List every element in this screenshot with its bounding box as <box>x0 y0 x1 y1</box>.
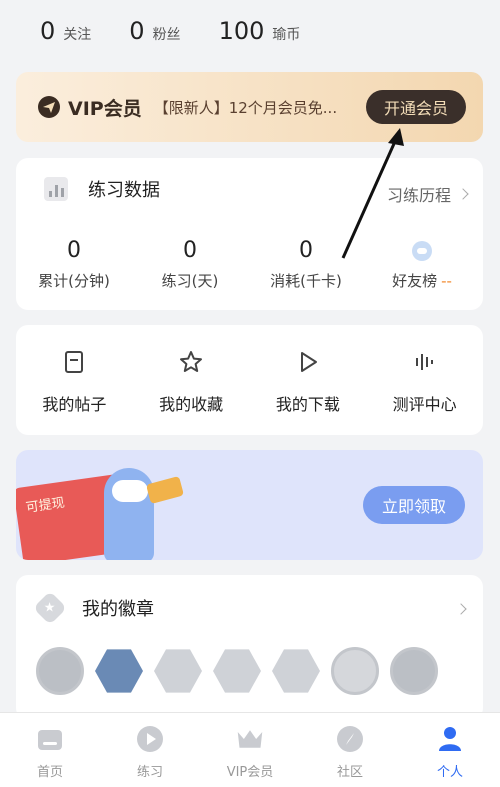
shortcut-assessment-center[interactable]: 测评中心 <box>366 325 483 435</box>
metric-label: 消耗(千卡) <box>270 272 342 290</box>
shortcut-label: 我的下载 <box>275 395 340 414</box>
tab-label: 社区 <box>336 765 363 780</box>
practice-header: 练习数据 <box>44 176 160 202</box>
practice-history-label: 习练历程 <box>386 186 451 205</box>
redpacket-label: 可提现 <box>24 495 66 516</box>
mascot-face <box>112 480 148 502</box>
metric-label: 练习(天) <box>161 272 219 290</box>
shortcut-my-downloads[interactable]: 我的下载 <box>250 325 367 435</box>
following-label: 关注 <box>63 27 92 43</box>
shortcut-label: 我的帖子 <box>42 395 107 414</box>
metric-label: 累计(分钟) <box>38 272 110 290</box>
open-membership-button[interactable]: 开通会员 <box>366 90 466 124</box>
badge-item[interactable] <box>36 647 84 695</box>
coins-label: 瑜币 <box>272 27 301 43</box>
following-stat[interactable]: 0 关注 <box>40 17 91 45</box>
waveform-icon <box>412 349 438 375</box>
metric-days[interactable]: 0 练习(天) <box>132 238 248 291</box>
badge-item[interactable] <box>213 649 261 693</box>
coins-stat[interactable]: 100 瑜币 <box>219 17 301 45</box>
tab-label: 个人 <box>436 765 463 780</box>
tab-vip[interactable]: VIP会员 <box>200 713 300 787</box>
badge-item[interactable] <box>390 647 438 695</box>
shortcut-my-posts[interactable]: 我的帖子 <box>16 325 133 435</box>
stats-bar: 0 关注 0 粉丝 100 瑜币 <box>0 0 500 62</box>
shortcut-label: 测评中心 <box>392 395 457 414</box>
friends-rank-value: -- <box>441 272 452 290</box>
tab-profile[interactable]: 个人 <box>400 713 500 787</box>
vip-card[interactable]: VIP会员 【限新人】12个月会员免... 开通会员 <box>16 72 483 142</box>
shortcuts-card: 我的帖子 我的收藏 我的下载 测评中心 <box>16 325 483 435</box>
compass-icon <box>336 725 364 753</box>
star-icon <box>178 349 204 375</box>
vip-title: VIP会员 <box>68 97 142 120</box>
metric-value: 0 <box>183 238 197 263</box>
practice-title: 练习数据 <box>88 180 160 201</box>
practice-data-card: 练习数据 习练历程 0 累计(分钟) 0 练习(天) 0 消耗(千卡) 好友榜 -… <box>16 158 483 310</box>
badge-item[interactable] <box>331 647 379 695</box>
badge-star-icon: ★ <box>33 591 67 625</box>
mascot-illustration <box>104 468 154 560</box>
coins-count: 100 <box>218 17 265 45</box>
badges-header: ★ 我的徽章 <box>33 591 154 625</box>
followers-count: 0 <box>129 17 145 45</box>
metric-friends-rank[interactable]: 好友榜 -- <box>364 238 480 291</box>
metric-calories[interactable]: 0 消耗(千卡) <box>248 238 364 291</box>
badges-card[interactable]: ★ 我的徽章 <box>16 575 483 720</box>
following-count: 0 <box>40 17 56 45</box>
badges-title: 我的徽章 <box>82 599 154 620</box>
tab-home[interactable]: 首页 <box>0 713 100 787</box>
badge-item[interactable] <box>154 649 202 693</box>
vip-promo-text: 【限新人】12个月会员免... <box>153 98 338 117</box>
metric-value: 0 <box>299 238 313 263</box>
shortcut-label: 我的收藏 <box>159 395 224 414</box>
crown-icon <box>236 725 264 753</box>
tab-label: VIP会员 <box>226 765 274 780</box>
badge-item[interactable] <box>272 649 320 693</box>
claim-now-button[interactable]: 立即领取 <box>363 486 465 524</box>
vip-plane-icon <box>38 96 60 118</box>
home-icon <box>36 725 64 753</box>
tab-label: 首页 <box>36 765 63 780</box>
tab-practice[interactable]: 练习 <box>100 713 200 787</box>
megaphone-icon <box>145 475 185 505</box>
chevron-right-icon <box>457 188 469 200</box>
play-icon <box>295 349 321 375</box>
shortcut-my-favorites[interactable]: 我的收藏 <box>133 325 250 435</box>
badge-item[interactable] <box>95 649 143 693</box>
followers-stat[interactable]: 0 粉丝 <box>129 17 180 45</box>
friends-rank-label: 好友榜 -- <box>392 272 452 290</box>
document-icon <box>61 349 87 375</box>
friend-avatar-icon <box>412 241 432 261</box>
badge-row <box>36 647 449 695</box>
bottom-tab-bar: 首页 练习 VIP会员 社区 个人 <box>0 712 500 787</box>
followers-label: 粉丝 <box>152 27 181 43</box>
person-icon <box>436 725 464 753</box>
tab-label: 练习 <box>136 765 163 780</box>
chevron-right-icon[interactable] <box>455 603 467 615</box>
tab-community[interactable]: 社区 <box>300 713 400 787</box>
metric-minutes[interactable]: 0 累计(分钟) <box>16 238 132 291</box>
practice-history-link[interactable]: 习练历程 <box>386 182 469 206</box>
cash-reward-banner[interactable]: 可提现 立即领取 <box>16 450 483 560</box>
metric-value: 0 <box>67 238 81 263</box>
play-circle-icon <box>136 725 164 753</box>
practice-metrics: 0 累计(分钟) 0 练习(天) 0 消耗(千卡) 好友榜 -- <box>16 238 483 291</box>
bar-chart-icon <box>44 177 68 201</box>
